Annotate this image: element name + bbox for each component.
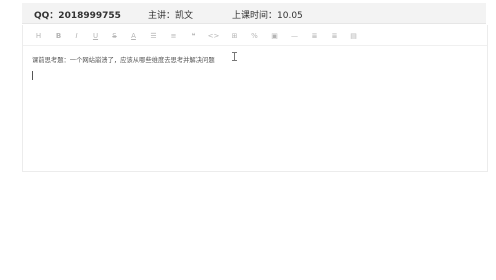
table-icon[interactable]: ⊞ [228,30,241,42]
strikethrough-icon[interactable]: S [108,30,121,42]
quote-icon[interactable]: ❝ [187,30,200,42]
horizontal-rule-icon[interactable]: — [288,30,301,42]
more-options-icon[interactable]: ▤ [347,30,360,42]
image-icon[interactable]: ▣ [268,30,281,42]
lecturer-name: 主讲：凯文 [148,11,194,21]
text-caret [32,71,33,80]
align-left-icon[interactable]: ≣ [308,30,321,42]
qq-number: QQ：2018999755 [34,11,121,21]
course-info-bar: QQ：2018999755 主讲：凯文 上课时间：10.05 [22,3,486,24]
font-color-icon[interactable]: A [127,30,140,42]
editor-toolbar: H B I U S A ☰ ≡ ❝ <> ⊞ % ▣ — ≣ ≣ ▤ [23,28,487,46]
italic-icon[interactable]: I [70,30,83,42]
align-right-icon[interactable]: ≣ [328,30,341,42]
underline-icon[interactable]: U [89,30,102,42]
ordered-list-icon[interactable]: ☰ [147,30,160,42]
rich-text-editor[interactable]: H B I U S A ☰ ≡ ❝ <> ⊞ % ▣ — ≣ ≣ ▤ 课前思考题… [22,25,488,172]
link-icon[interactable]: % [248,30,261,42]
class-time: 上课时间：10.05 [232,11,303,21]
code-icon[interactable]: <> [207,30,220,42]
heading-icon[interactable]: H [32,30,45,42]
editor-content-line[interactable]: 课前思考题：一个网站崩溃了，应该从哪些维度去思考并解决问题 [32,55,215,64]
bold-icon[interactable]: B [52,30,65,42]
unordered-list-icon[interactable]: ≡ [167,30,180,42]
i-beam-cursor-icon [232,52,240,61]
